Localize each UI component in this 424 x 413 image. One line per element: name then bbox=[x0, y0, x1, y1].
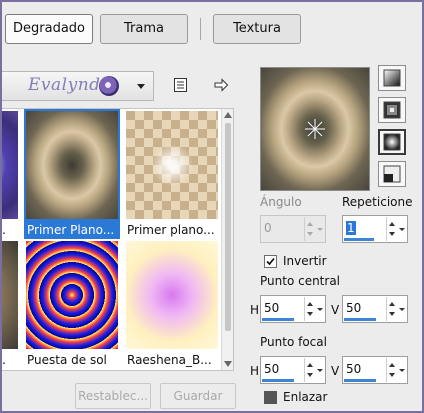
gradient-panel: Degradado Trama Textura Evalynda . . Pri… bbox=[2, 2, 422, 411]
gradient-preview[interactable] bbox=[260, 67, 370, 191]
focal-v-label: V bbox=[331, 364, 340, 378]
tab-pattern[interactable]: Trama bbox=[100, 14, 188, 44]
focal-point-label: Punto focal bbox=[260, 335, 327, 349]
center-h-spinner[interactable]: 50 bbox=[260, 295, 326, 323]
angle-spinner[interactable]: 0 bbox=[260, 215, 326, 243]
spin-arrows-icon[interactable] bbox=[304, 297, 315, 321]
dropdown-arrow-icon[interactable] bbox=[315, 358, 325, 382]
dropdown-arrow-icon[interactable] bbox=[397, 217, 407, 241]
linear-gradient-icon bbox=[383, 69, 401, 87]
checkmark-icon bbox=[266, 257, 275, 266]
rectangular-gradient-icon bbox=[383, 101, 401, 119]
focal-v-level-bar bbox=[344, 379, 376, 382]
sunburst-style-button[interactable] bbox=[378, 161, 406, 187]
center-v-label: V bbox=[331, 303, 340, 317]
gradient-thumb-partial[interactable] bbox=[2, 239, 20, 351]
thumb-caption: Puesta de sol bbox=[27, 353, 107, 367]
dropdown-arrow-icon[interactable] bbox=[315, 297, 325, 321]
spin-arrows-icon[interactable] bbox=[304, 358, 315, 382]
focal-v-value[interactable]: 50 bbox=[346, 362, 361, 376]
gradient-thumb-partial[interactable] bbox=[2, 109, 20, 221]
center-v-spinner[interactable]: 50 bbox=[342, 295, 408, 323]
thumb-caption: Primer Plano... bbox=[24, 221, 120, 239]
export-arrow-icon[interactable] bbox=[212, 76, 230, 94]
spin-arrows-icon[interactable] bbox=[386, 358, 397, 382]
scroll-up-arrow-icon[interactable] bbox=[224, 112, 232, 118]
focal-h-value[interactable]: 50 bbox=[264, 362, 279, 376]
angle-label: Ángulo bbox=[260, 195, 302, 209]
center-v-value[interactable]: 50 bbox=[346, 301, 361, 315]
linear-style-button[interactable] bbox=[378, 65, 406, 91]
gradient-thumbnail-grid: . . Primer Plano... Puesta de sol Primer… bbox=[2, 108, 234, 371]
invert-checkbox[interactable] bbox=[264, 255, 277, 268]
repetitions-level-bar bbox=[344, 238, 374, 241]
angle-value: 0 bbox=[264, 221, 272, 235]
repetitions-label: Repeticione bbox=[342, 195, 413, 209]
save-button[interactable]: Guardar bbox=[160, 383, 236, 409]
library-manager-icon[interactable] bbox=[172, 76, 190, 94]
radial-gradient-icon bbox=[383, 133, 401, 151]
center-h-label: H bbox=[250, 303, 260, 317]
gradient-thumb-selected[interactable] bbox=[24, 109, 120, 221]
focal-v-spinner[interactable]: 50 bbox=[342, 356, 408, 384]
thumbnail-scrollbar[interactable] bbox=[221, 109, 233, 370]
tab-texture[interactable]: Textura bbox=[213, 14, 301, 44]
scrollbar-thumb[interactable] bbox=[225, 123, 231, 331]
invert-label: Invertir bbox=[283, 254, 327, 268]
spin-arrows-icon[interactable] bbox=[304, 217, 315, 241]
reset-button[interactable]: Restablec... bbox=[75, 383, 151, 409]
flower-logo-icon bbox=[99, 76, 119, 96]
link-label: Enlazar bbox=[283, 390, 328, 404]
center-h-level-bar bbox=[262, 318, 294, 321]
center-v-level-bar bbox=[344, 318, 376, 321]
tab-separator bbox=[200, 18, 201, 40]
gradient-thumb[interactable] bbox=[124, 109, 220, 221]
crosshair-icon[interactable] bbox=[303, 117, 327, 141]
sunburst-gradient-icon bbox=[383, 165, 401, 183]
spin-arrows-icon[interactable] bbox=[386, 217, 397, 241]
gradient-library-dropdown[interactable]: Evalynda bbox=[2, 71, 154, 101]
dropdown-arrow-icon[interactable] bbox=[397, 297, 407, 321]
gradient-thumb[interactable] bbox=[24, 239, 120, 351]
thumb-caption-partial: . bbox=[2, 353, 6, 367]
link-checkbox[interactable] bbox=[264, 391, 277, 404]
chevron-down-icon bbox=[137, 84, 145, 89]
thumb-caption-partial: . bbox=[2, 223, 6, 237]
repetitions-spinner[interactable]: 1 bbox=[342, 215, 408, 243]
rectangular-style-button[interactable] bbox=[378, 97, 406, 123]
repetitions-value[interactable]: 1 bbox=[346, 221, 356, 235]
thumb-caption: Primer plano... bbox=[127, 223, 215, 237]
spin-arrows-icon[interactable] bbox=[386, 297, 397, 321]
focal-h-level-bar bbox=[262, 379, 294, 382]
dropdown-arrow-icon[interactable] bbox=[315, 217, 325, 241]
focal-h-label: H bbox=[250, 364, 260, 378]
center-h-value[interactable]: 50 bbox=[264, 301, 279, 315]
scroll-down-arrow-icon[interactable] bbox=[224, 361, 232, 367]
thumb-caption: Raeshena_B... bbox=[127, 353, 212, 367]
radial-style-button[interactable] bbox=[378, 129, 406, 155]
tab-gradient[interactable]: Degradado bbox=[5, 14, 93, 44]
center-point-label: Punto central bbox=[260, 274, 341, 288]
gradient-thumb[interactable] bbox=[124, 239, 220, 351]
focal-h-spinner[interactable]: 50 bbox=[260, 356, 326, 384]
dropdown-arrow-icon[interactable] bbox=[397, 358, 407, 382]
